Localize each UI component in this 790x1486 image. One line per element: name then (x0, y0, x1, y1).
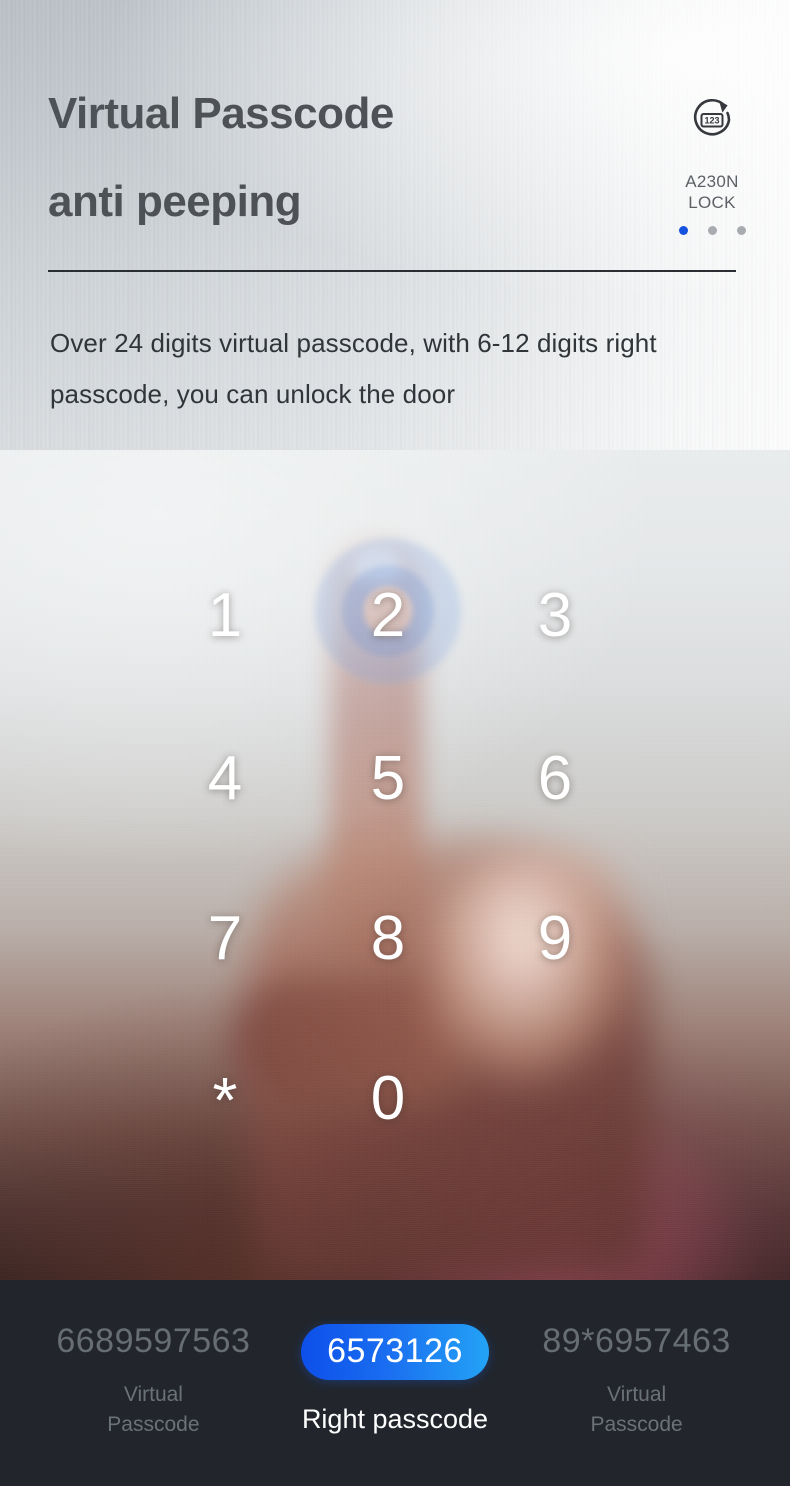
virtual-passcode-left-label-line-1: Virtual (123, 1383, 183, 1406)
virtual-passcode-right: 89*6957463 Virtual Passcode (523, 1324, 750, 1441)
brand-model: A230N LOCK (672, 171, 752, 214)
carousel-dot-3[interactable] (736, 225, 746, 235)
keypad-key-5[interactable]: 5 (333, 748, 443, 810)
carousel-dots[interactable] (672, 225, 752, 235)
carousel-dot-2[interactable] (707, 225, 717, 235)
svg-text:123: 123 (704, 115, 719, 125)
title-line-1: Virtual Passcode (48, 89, 394, 138)
header-panel: Virtual Passcode anti peeping Over 24 di… (0, 0, 790, 450)
keypad-key-0[interactable]: 0 (333, 1068, 443, 1130)
keypad-key-4[interactable]: 4 (170, 748, 280, 810)
keypad-key-6[interactable]: 6 (500, 748, 610, 810)
product-feature-page: Virtual Passcode anti peeping Over 24 di… (0, 0, 790, 1486)
carousel-dot-1[interactable] (678, 225, 688, 235)
title-divider (48, 270, 736, 272)
right-passcode-group: 6573126 Right passcode (267, 1324, 523, 1439)
keypad-key-1[interactable]: 1 (170, 585, 280, 647)
lock-keypad-photo: 1 2 3 4 5 6 7 8 9 * 0 (0, 450, 790, 1280)
virtual-passcode-right-label: Virtual Passcode (523, 1380, 750, 1441)
right-passcode-value[interactable]: 6573126 (301, 1324, 489, 1380)
virtual-passcode-left-label: Virtual Passcode (40, 1380, 267, 1441)
passcode-comparison-row: 6689597563 Virtual Passcode 6573126 Righ… (0, 1324, 790, 1441)
virtual-passcode-right-label-line-1: Virtual (607, 1383, 667, 1406)
rotating-123-passcode-icon: 123 (672, 92, 752, 153)
keypad-key-8[interactable]: 8 (333, 908, 443, 970)
virtual-passcode-right-label-line-2: Passcode (590, 1413, 683, 1437)
brand-model-line-1: A230N (685, 172, 739, 191)
keypad-key-star[interactable]: * (170, 1068, 280, 1132)
page-subtitle: Over 24 digits virtual passcode, with 6-… (50, 328, 657, 409)
right-passcode-label: Right passcode (301, 1404, 489, 1434)
brand-cluster: 123 A230N LOCK (672, 92, 752, 235)
virtual-passcode-left: 6689597563 Virtual Passcode (40, 1324, 267, 1441)
virtual-passcode-right-value: 89*6957463 (542, 1322, 731, 1360)
numeric-keypad[interactable]: 1 2 3 4 5 6 7 8 9 * 0 (0, 450, 790, 1280)
brand-model-line-2: LOCK (688, 193, 736, 213)
keypad-key-9[interactable]: 9 (500, 908, 610, 970)
keypad-key-3[interactable]: 3 (500, 585, 610, 647)
virtual-passcode-left-label-line-2: Passcode (107, 1413, 200, 1437)
page-title: Virtual Passcode anti peeping (48, 92, 394, 224)
keypad-key-7[interactable]: 7 (170, 908, 280, 970)
passcode-footer: 6689597563 Virtual Passcode 6573126 Righ… (0, 1280, 790, 1486)
keypad-key-2[interactable]: 2 (333, 585, 443, 647)
virtual-passcode-left-value: 6689597563 (56, 1322, 251, 1360)
title-line-2: anti peeping (48, 177, 302, 226)
